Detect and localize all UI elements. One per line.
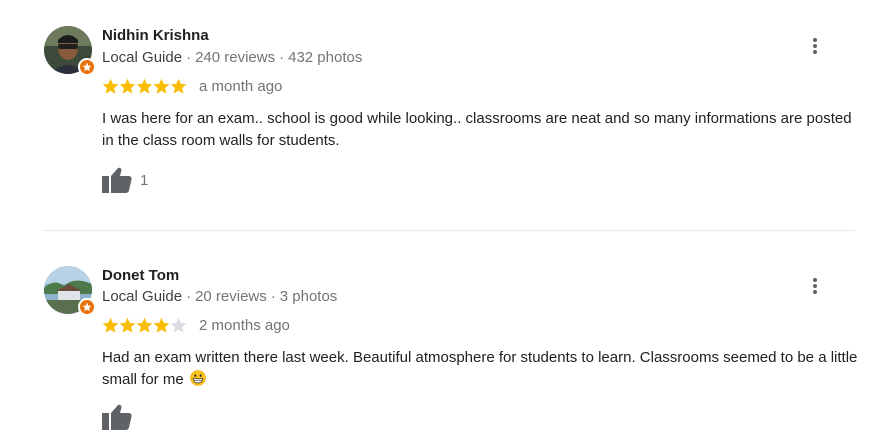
reviewer-meta[interactable]: Local Guide · 20 reviews · 3 photos <box>102 288 337 305</box>
star-rating <box>102 78 187 95</box>
meta-separator: · <box>270 288 276 305</box>
star-rating <box>102 317 187 334</box>
photos-count: 432 photos <box>288 49 363 66</box>
avatar[interactable] <box>44 266 96 316</box>
star-filled-icon <box>102 78 119 94</box>
local-guide-label: Local Guide <box>102 288 183 305</box>
more-vert-icon <box>813 278 817 294</box>
reviewer-name[interactable]: Donet Tom <box>102 267 179 284</box>
reviewer-meta[interactable]: Local Guide · 240 reviews · 432 photos <box>102 49 362 66</box>
more-options-button[interactable] <box>806 35 824 57</box>
local-guide-badge-icon <box>78 298 96 316</box>
star-empty-icon <box>170 317 187 333</box>
review-text: I was here for an exam.. school is good … <box>102 110 852 149</box>
star-filled-icon <box>136 317 153 333</box>
star-filled-icon <box>119 78 136 94</box>
reviews-panel: Nidhin Krishna Local Guide · 240 reviews · 4… <box>0 0 877 431</box>
star-filled-icon <box>170 78 187 94</box>
thumbs-up-icon <box>102 404 132 430</box>
avatar[interactable] <box>44 26 96 76</box>
reviews-count: 20 reviews <box>195 288 267 305</box>
rating-row: a month ago <box>102 78 282 95</box>
review-text: Had an exam written there last week. Bea… <box>102 347 862 391</box>
more-options-button[interactable] <box>806 275 824 297</box>
reviews-count: 240 reviews <box>195 49 276 66</box>
local-guide-badge-icon <box>78 58 96 76</box>
review-date: 2 months ago <box>199 317 290 334</box>
like-count: 1 <box>140 171 149 189</box>
star-filled-icon <box>119 317 136 333</box>
star-filled-icon <box>153 78 170 94</box>
like-button[interactable] <box>102 404 132 430</box>
star-filled-icon <box>136 78 153 94</box>
meta-separator: · <box>186 288 192 305</box>
photos-count: 3 photos <box>279 288 338 305</box>
local-guide-label: Local Guide <box>102 49 183 66</box>
thumbs-up-icon <box>102 167 132 193</box>
more-vert-icon <box>813 38 817 54</box>
reviewer-name[interactable]: Nidhin Krishna <box>102 27 209 44</box>
star-filled-icon <box>153 317 170 333</box>
star-filled-icon <box>102 317 119 333</box>
review-date: a month ago <box>199 78 283 95</box>
meta-separator: · <box>186 49 192 66</box>
meta-separator: · <box>279 49 285 66</box>
rating-row: 2 months ago <box>102 317 290 334</box>
like-button[interactable]: 1 <box>102 167 148 193</box>
review-divider <box>42 230 855 231</box>
grinning-face-icon <box>190 370 206 386</box>
review-text-body: Had an exam written there last week. Bea… <box>102 349 858 388</box>
